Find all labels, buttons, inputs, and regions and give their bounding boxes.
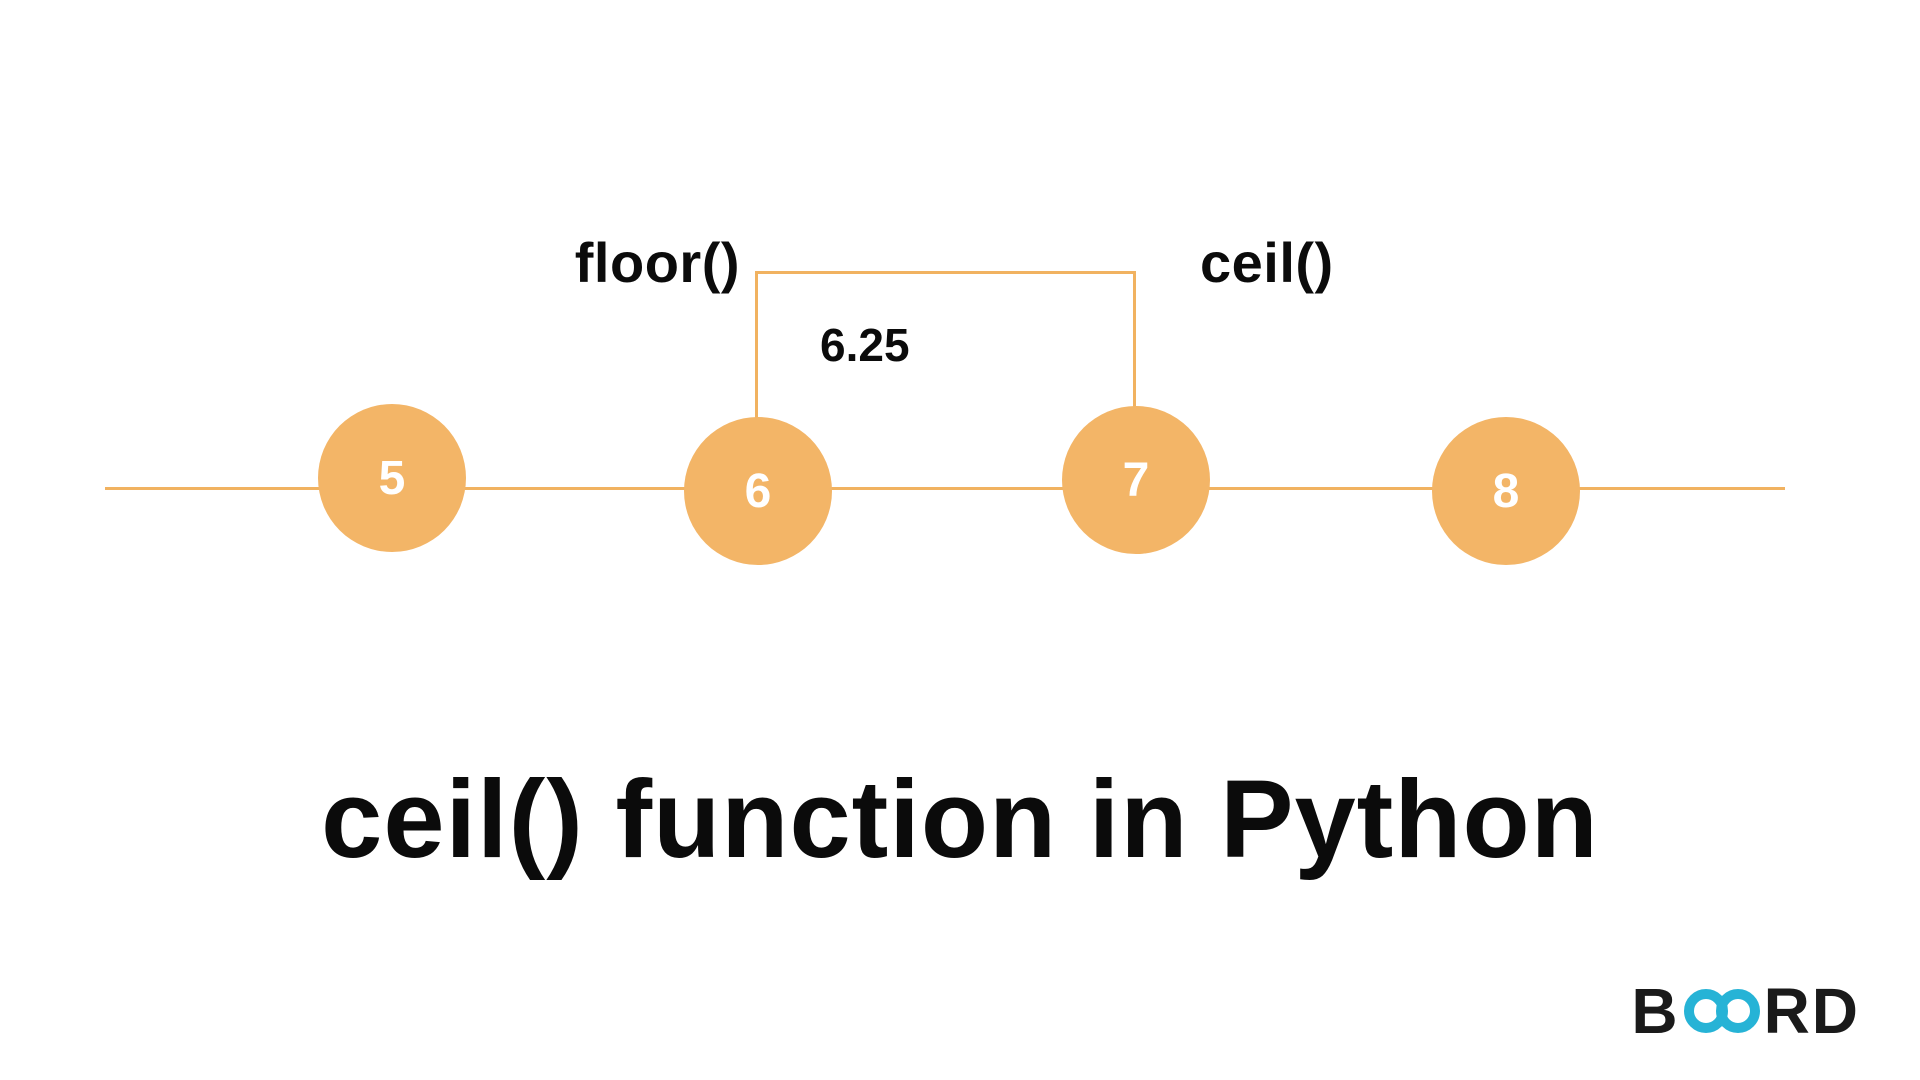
ceil-label: ceil() bbox=[1200, 230, 1420, 295]
node-8: 8 bbox=[1432, 417, 1580, 565]
floor-label: floor() bbox=[480, 230, 740, 295]
node-6-text: 6 bbox=[745, 464, 772, 519]
node-6: 6 bbox=[684, 417, 832, 565]
page-title: ceil() function in Python bbox=[0, 756, 1920, 883]
brand-letters-rd: RD bbox=[1764, 974, 1860, 1048]
brand-logo: B RD bbox=[1631, 974, 1860, 1048]
node-7: 7 bbox=[1062, 406, 1210, 554]
diagram-stage: floor() ceil() 6.25 5 6 7 8 ceil() funct… bbox=[0, 0, 1920, 1080]
brand-letter-b: B bbox=[1631, 974, 1679, 1048]
bracket-top bbox=[755, 271, 1133, 274]
node-5-text: 5 bbox=[379, 451, 406, 506]
node-8-text: 8 bbox=[1493, 464, 1520, 519]
node-5: 5 bbox=[318, 404, 466, 552]
node-7-text: 7 bbox=[1123, 453, 1150, 508]
infinity-icon bbox=[1684, 989, 1760, 1033]
value-label: 6.25 bbox=[820, 318, 910, 372]
infinity-ring-right bbox=[1716, 989, 1760, 1033]
